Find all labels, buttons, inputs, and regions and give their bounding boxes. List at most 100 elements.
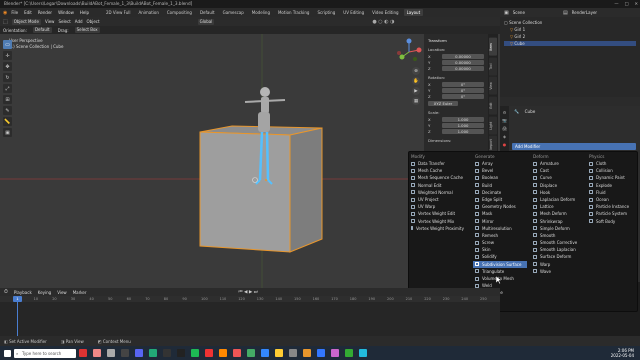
menu-item[interactable]: Explode xyxy=(587,182,637,189)
shading-mode-icons[interactable]: ● ○ ◐ ◑ xyxy=(372,19,394,25)
menu-item[interactable]: Solidify xyxy=(473,253,527,260)
menu-item[interactable]: Weighted Normal xyxy=(409,189,463,196)
pan-hand-icon[interactable]: ✋ xyxy=(412,77,420,85)
taskbar-search-field[interactable]: ⌕ Type here to search xyxy=(14,348,76,358)
taskbar-app-icon[interactable] xyxy=(331,349,339,357)
menu-item[interactable]: Bevel xyxy=(473,167,527,174)
blender-logo-icon[interactable]: ◉ xyxy=(3,10,7,16)
menu-marker[interactable]: Marker xyxy=(73,290,87,295)
tab-light[interactable]: Light xyxy=(489,116,497,135)
taskbar-app-icon[interactable] xyxy=(359,349,367,357)
menu-item[interactable]: Lattice xyxy=(531,203,585,210)
rotation-x-field[interactable]: 0° xyxy=(442,82,484,87)
location-y-field[interactable]: 0.00000 xyxy=(442,60,484,65)
menu-item[interactable]: Ocean xyxy=(587,196,637,203)
tab-view[interactable]: View xyxy=(489,77,497,96)
outliner-row[interactable]: ▽ Girl 2 xyxy=(504,34,636,39)
rotation-z-field[interactable]: 0° xyxy=(442,94,484,99)
rotation-y-field[interactable]: 0° xyxy=(442,88,484,93)
playback-controls[interactable]: ⏮ ◀ ▶ ⏭ xyxy=(239,289,258,295)
menu-item[interactable]: Particle Instance xyxy=(587,203,637,210)
menu-item[interactable]: UV Project xyxy=(409,196,463,203)
menu-view[interactable]: View xyxy=(57,290,67,295)
scale-x-field[interactable]: 1.000 xyxy=(442,117,484,122)
windows-start-icon[interactable] xyxy=(4,349,11,357)
workspace-tab[interactable]: Default xyxy=(197,9,218,16)
menu-item[interactable]: Mesh Cache xyxy=(409,167,463,174)
menu-item[interactable]: Vertex Weight Edit xyxy=(409,210,463,217)
move-icon[interactable]: ✥ xyxy=(3,62,12,71)
select-box-icon[interactable]: ▭ xyxy=(3,40,12,49)
editor-type-icon[interactable]: ⬚ xyxy=(3,19,8,25)
taskbar-app-icon[interactable] xyxy=(261,349,269,357)
rotate-icon[interactable]: ↻ xyxy=(3,73,12,82)
rotation-mode-selector[interactable]: XYZ Euler xyxy=(428,101,458,106)
tab-edit[interactable]: Edit xyxy=(489,97,497,115)
menu-item[interactable]: Build xyxy=(473,182,527,189)
menu-item[interactable]: Armature xyxy=(531,160,585,167)
menu-item[interactable]: Particle System xyxy=(587,210,637,217)
current-frame-indicator[interactable]: 1 xyxy=(13,296,22,302)
menu-add[interactable]: Add xyxy=(75,19,83,24)
taskbar-app-icon[interactable] xyxy=(233,349,241,357)
taskbar-app-icon[interactable] xyxy=(79,349,87,357)
grid-icon[interactable]: ▦ xyxy=(412,97,420,105)
menu-item[interactable]: Boolean xyxy=(473,174,527,181)
menu-help[interactable]: Help xyxy=(78,10,91,15)
taskbar-app-icon[interactable] xyxy=(247,349,255,357)
menu-item[interactable]: Decimate xyxy=(473,189,527,196)
taskbar-app-icon[interactable] xyxy=(163,349,171,357)
menu-item[interactable]: Remesh xyxy=(473,232,527,239)
workspace-tab[interactable]: UV Editing xyxy=(340,9,367,16)
taskbar-app-icon[interactable] xyxy=(93,349,101,357)
workspace-tab[interactable]: Gamescap xyxy=(220,9,247,16)
taskbar-app-icon[interactable] xyxy=(149,349,157,357)
menu-item[interactable]: Triangulate xyxy=(473,268,527,275)
menu-item[interactable]: Soft Body xyxy=(587,218,637,225)
measure-icon[interactable]: 📏 xyxy=(3,117,12,126)
location-x-field[interactable]: 0.00000 xyxy=(442,54,484,59)
taskbar-app-icon[interactable] xyxy=(317,349,325,357)
menu-view[interactable]: View xyxy=(45,19,55,24)
menu-item[interactable]: Vertex Weight Mix xyxy=(409,218,463,225)
menu-item[interactable]: Warp xyxy=(531,261,585,268)
output-tab-icon[interactable]: 🖨 xyxy=(501,125,508,132)
taskbar-app-icon[interactable] xyxy=(121,349,129,357)
timeline-area[interactable] xyxy=(0,296,500,336)
maximize-button[interactable]: □ xyxy=(625,0,629,8)
menu-item[interactable]: Mesh Deform xyxy=(531,210,585,217)
workspace-tab[interactable]: Video Editing xyxy=(369,9,401,16)
scale-z-field[interactable]: 1.000 xyxy=(442,129,484,134)
taskbar-app-icon[interactable] xyxy=(275,349,283,357)
orientation-selector[interactable]: Default xyxy=(32,27,52,33)
menu-item[interactable]: Hook xyxy=(531,189,585,196)
menu-item[interactable]: Wave xyxy=(531,268,585,275)
add-modifier-button[interactable]: Add Modifier xyxy=(512,143,636,150)
menu-item[interactable]: Smooth xyxy=(531,232,585,239)
outliner-row[interactable]: ▽ Girl 1 xyxy=(504,27,636,32)
workspace-tab[interactable]: Scripting xyxy=(314,9,338,16)
taskbar-app-icon[interactable] xyxy=(177,349,185,357)
taskbar-app-icon[interactable] xyxy=(205,349,213,357)
menu-item[interactable]: Skin xyxy=(473,246,527,253)
workspace-tab[interactable]: Motion Tracking xyxy=(275,9,312,16)
menu-item[interactable]: Edge Split xyxy=(473,196,527,203)
transform-icon[interactable]: ⊞ xyxy=(3,95,12,104)
menu-object[interactable]: Object xyxy=(87,19,100,24)
menu-edit[interactable]: Edit xyxy=(22,10,34,15)
menu-item[interactable]: Multiresolution xyxy=(473,225,527,232)
taskbar-app-icon[interactable] xyxy=(289,349,297,357)
menu-item[interactable]: Collision xyxy=(587,167,637,174)
menu-item[interactable]: Curve xyxy=(531,174,585,181)
menu-item[interactable]: Vertex Weight Proximity xyxy=(409,225,464,232)
taskbar-app-icon[interactable] xyxy=(345,349,353,357)
menu-item[interactable]: Displace xyxy=(531,182,585,189)
taskbar-app-icon[interactable] xyxy=(303,349,311,357)
menu-item[interactable]: UV Warp xyxy=(409,203,463,210)
playhead[interactable] xyxy=(17,296,18,336)
menu-item[interactable]: Dynamic Paint xyxy=(587,174,637,181)
menu-item[interactable]: Normal Edit xyxy=(409,182,463,189)
taskbar-app-icon[interactable] xyxy=(107,349,115,357)
menu-item[interactable]: Simple Deform xyxy=(531,225,585,232)
workspace-tab[interactable]: Animation xyxy=(135,9,161,16)
